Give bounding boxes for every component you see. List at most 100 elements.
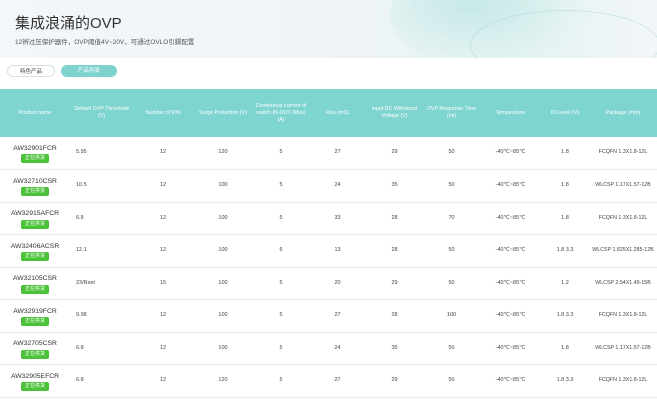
cell-withstand: 35 bbox=[391, 182, 398, 188]
status-badge: 正在供货 bbox=[20, 284, 49, 294]
cell-product-name: AW32901FCR 正在供货 bbox=[0, 137, 70, 170]
product-link[interactable]: AW32915AFCR bbox=[2, 210, 68, 218]
cell-ron: 27 bbox=[334, 377, 341, 383]
page-subtitle: 12辨过压保护器件，OVP阈值4V~20V，可通过OVLO引脚配置 bbox=[15, 39, 195, 46]
table-row: AW32406ACSR 正在供货 12.1 12 100 6 13 28 50 -40℃~85℃ 1… bbox=[0, 235, 657, 268]
hero-banner: 集成浪涌的OVP 12辨过压保护器件，OVP阈值4V~20V，可通过OVLO引脚… bbox=[0, 0, 657, 58]
tab-product-list[interactable]: 产品列表 bbox=[61, 65, 117, 77]
cell-ron: 24 bbox=[334, 344, 341, 351]
product-link[interactable]: AW32710CSR bbox=[2, 178, 68, 186]
product-link[interactable]: AW32905EFCR bbox=[2, 373, 68, 381]
cell-response: 70 bbox=[448, 214, 455, 221]
cell-pin: 12 bbox=[159, 247, 167, 253]
cell-current: 5 bbox=[279, 214, 283, 221]
cell-withstand: 28 bbox=[391, 247, 398, 253]
cell-ron: 13 bbox=[334, 247, 341, 253]
table-row: AW32915AFCR 正在供货 6.8 12 100 5 33 28 70 -40℃~85℃ 1.… bbox=[0, 202, 657, 235]
product-link[interactable]: AW32901FCR bbox=[2, 145, 68, 153]
cell-io: 1.8 bbox=[561, 344, 569, 351]
cell-io: 1.8 3.3 bbox=[556, 377, 574, 383]
cell-package: FCQFN 1.3X1.8-12L bbox=[598, 377, 648, 383]
cell-package: FCQFN 1.3X1.8-12L bbox=[598, 214, 648, 221]
cell-current: 5 bbox=[279, 344, 283, 351]
page-title: 集成浪涌的OVP bbox=[15, 15, 122, 32]
cell-temp: -40℃~85℃ bbox=[495, 344, 526, 351]
cell-ovp: 10.5 bbox=[76, 182, 87, 188]
cell-response: 50 bbox=[448, 149, 455, 156]
product-table: Product name Default OVP Threshold (V) N… bbox=[0, 89, 657, 398]
cell-response: 50 bbox=[448, 247, 455, 253]
status-badge: 正在供货 bbox=[20, 187, 49, 196]
cell-ron: 27 bbox=[334, 312, 341, 318]
cell-pin: 15 bbox=[159, 279, 167, 286]
cell-io: 1.8 bbox=[561, 149, 569, 156]
table-row: AW32919FCR 正在供货 9.98 12 100 5 27 28 100 -40℃~85℃ 1… bbox=[0, 300, 657, 333]
cell-surge: 100 bbox=[218, 182, 228, 188]
table-row: AW32705CSR 正在供货 6.8 12 100 5 24 35 50 -40℃~85℃ 1.8… bbox=[0, 332, 657, 365]
col-temperature: Temperature bbox=[480, 89, 541, 137]
cell-ovp: 23/Rset bbox=[76, 279, 95, 286]
col-continuous-current: Continuous current of switch IN-OUT (Max… bbox=[253, 89, 309, 137]
cell-io: 1.8 3.3 bbox=[556, 247, 574, 253]
cell-package: WLCSP 1.17X1.57-12B bbox=[595, 182, 651, 188]
table-row: AW32710CSR 正在供货 10.5 12 100 5 24 35 50 -40℃~85℃ 1.… bbox=[0, 170, 657, 202]
product-link[interactable]: AW32919FCR bbox=[2, 308, 68, 316]
product-link[interactable]: AW32105CSR bbox=[2, 275, 68, 283]
cell-temp: -40℃~85℃ bbox=[495, 214, 526, 221]
status-badge: 正在供货 bbox=[20, 317, 49, 326]
cell-temp: -40℃~85℃ bbox=[495, 279, 526, 286]
cell-current: 5 bbox=[279, 149, 283, 156]
status-badge: 正在供货 bbox=[20, 252, 49, 261]
cell-current: 5 bbox=[279, 182, 283, 188]
cell-surge: 120 bbox=[218, 377, 228, 383]
status-badge: 正在供货 bbox=[20, 382, 49, 391]
cell-surge: 100 bbox=[218, 279, 228, 286]
cell-current: 5 bbox=[279, 312, 283, 318]
cell-package: FCQFN 1.3X1.8-12L bbox=[598, 149, 648, 156]
cell-package: WLCSP 1.17X1.57-12B bbox=[595, 344, 651, 351]
cell-product-name: AW32905EFCR 正在供货 bbox=[0, 365, 70, 398]
cell-product-name: AW32406ACSR 正在供货 bbox=[0, 235, 70, 268]
cell-package: WLCSP 2.54X1.49-15B bbox=[595, 279, 651, 286]
cell-response: 50 bbox=[448, 182, 455, 188]
product-link[interactable]: AW32705CSR bbox=[2, 340, 68, 348]
cell-withstand: 35 bbox=[391, 344, 398, 351]
cell-current: 5 bbox=[279, 279, 283, 286]
col-product-name: Product name bbox=[0, 89, 70, 137]
cell-ron: 20 bbox=[334, 279, 341, 286]
status-badge: 正在供货 bbox=[20, 154, 49, 164]
table-row: AW32905EFCR 正在供货 6.8 12 120 5 27 29 50 -40℃~85℃ 1.… bbox=[0, 365, 657, 398]
cell-pin: 12 bbox=[159, 182, 167, 188]
col-ovp-response-time: OVP Response Time (ns) bbox=[423, 89, 480, 137]
tab-featured-products[interactable]: 特色产品 bbox=[7, 65, 55, 77]
col-ron: Ron (mΩ) bbox=[309, 89, 366, 137]
cell-temp: -40℃~85℃ bbox=[495, 149, 526, 156]
cell-product-name: AW32105CSR 正在供货 bbox=[0, 267, 70, 300]
cell-temp: -40℃~85℃ bbox=[495, 377, 526, 383]
cell-package: WLCSP 1.825X1.285-12B bbox=[592, 247, 654, 253]
table-row: AW32901FCR 正在供货 5.95 12 120 5 27 29 50 -40℃~85℃ 1.… bbox=[0, 137, 657, 170]
cell-response: 100 bbox=[446, 312, 457, 318]
cell-withstand: 28 bbox=[391, 312, 398, 318]
cell-ovp: 12.1 bbox=[76, 247, 87, 253]
cell-product-name: AW32705CSR 正在供货 bbox=[0, 332, 70, 365]
cell-withstand: 29 bbox=[391, 149, 398, 156]
product-link[interactable]: AW32406ACSR bbox=[2, 243, 68, 251]
col-package: Package (mm) bbox=[589, 89, 657, 137]
cell-io: 1.8 bbox=[561, 182, 569, 188]
cell-io: 1.8 3.3 bbox=[556, 312, 574, 318]
cell-response: 50 bbox=[448, 279, 455, 286]
cell-ron: 33 bbox=[334, 214, 341, 221]
cell-product-name: AW32919FCR 正在供货 bbox=[0, 300, 70, 333]
cell-io: 1.2 bbox=[561, 279, 569, 286]
cell-temp: -40℃~85℃ bbox=[495, 312, 526, 318]
cell-withstand: 29 bbox=[391, 279, 398, 286]
cell-surge: 120 bbox=[218, 149, 228, 156]
cell-pin: 12 bbox=[159, 214, 167, 221]
cell-surge: 100 bbox=[218, 214, 228, 221]
cell-ron: 27 bbox=[334, 149, 341, 156]
cell-temp: -40℃~85℃ bbox=[495, 182, 526, 188]
cell-ovp: 9.98 bbox=[76, 312, 87, 318]
cell-product-name: AW32915AFCR 正在供货 bbox=[0, 202, 70, 235]
cell-ron: 24 bbox=[334, 182, 341, 188]
